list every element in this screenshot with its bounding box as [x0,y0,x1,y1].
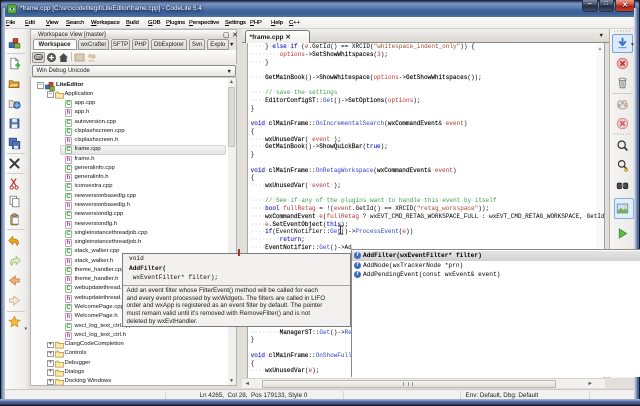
svg-text:GB: GB [36,55,43,60]
